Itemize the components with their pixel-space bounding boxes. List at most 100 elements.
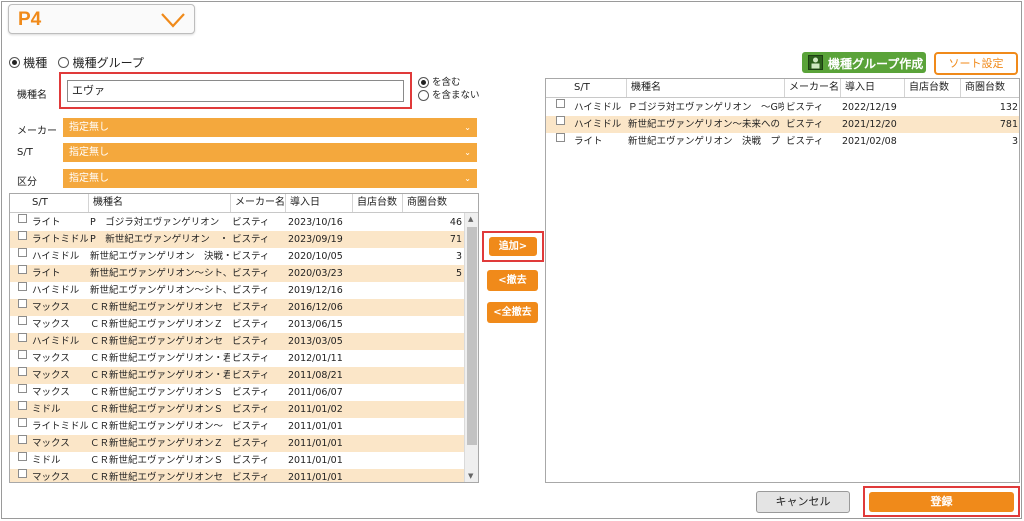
cell-date: 2013/06/15	[288, 319, 343, 330]
cell-date: 2011/01/01	[288, 438, 343, 449]
table-row[interactable]: マックス ＣＲ新世紀エヴァンゲリオン・君 ビスティ 2012/01/11	[10, 350, 465, 367]
filter-maker-label: メーカー	[17, 126, 57, 137]
row-checkbox[interactable]	[18, 350, 27, 359]
row-checkbox[interactable]	[18, 265, 27, 274]
table-row[interactable]: ハイミドル 新世紀エヴァンゲリオン～シト、 ビスティ 2019/12/16	[10, 282, 465, 299]
radio-mode-group[interactable]	[58, 57, 70, 68]
row-checkbox[interactable]	[18, 299, 27, 308]
table-row[interactable]: ライトミドル P 新世紀エヴァンゲリオン ・ビスティ 2023/09/19 71	[10, 231, 465, 248]
row-checkbox[interactable]	[18, 384, 27, 393]
col-header-area-count: 商圏台数	[402, 194, 464, 212]
table-row[interactable]: マックス ＣＲ新世紀エヴァンゲリオンセ ビスティ 2016/12/06	[10, 299, 465, 316]
cell-maker: ビスティ	[232, 421, 270, 432]
table-row[interactable]: ライト 新世紀エヴァンゲリオン～シト、 ビスティ 2020/03/23 5	[10, 265, 465, 282]
cell-name: ＣＲ新世紀エヴァンゲリオンＳ	[90, 455, 224, 466]
row-checkbox[interactable]	[18, 214, 27, 223]
row-checkbox[interactable]	[18, 367, 27, 376]
table-row[interactable]: マックス ＣＲ新世紀エヴァンゲリオンＺ ビスティ 2011/01/01	[10, 435, 465, 452]
name-field-label: 機種名	[17, 90, 47, 101]
register-button[interactable]: 登録	[869, 492, 1014, 512]
row-checkbox[interactable]	[18, 469, 27, 478]
cell-st: ミドル	[32, 455, 61, 466]
cell-name: 新世紀エヴァンゲリオン 決戦・	[90, 251, 230, 262]
table-row[interactable]: マックス ＣＲ新世紀エヴァンゲリオンＺ ビスティ 2013/06/15	[10, 316, 465, 333]
row-checkbox[interactable]	[18, 316, 27, 325]
group-create-button[interactable]: 機種グループ作成	[802, 52, 926, 73]
row-checkbox[interactable]	[18, 248, 27, 257]
cell-date: 2016/12/06	[288, 302, 343, 313]
scrollbar-thumb[interactable]	[467, 227, 477, 445]
table-row[interactable]: ライト P ゴジラ対エヴァンゲリオン ビスティ 2023/10/16 46	[10, 214, 465, 231]
remove-button[interactable]: <撤去	[487, 270, 538, 291]
model-selector-dropdown[interactable]: P4	[8, 4, 195, 34]
table-row[interactable]: ハイミドル ＣＲ新世紀エヴァンゲリオンセ ビスティ 2013/03/05	[10, 333, 465, 350]
add-button[interactable]: 追加>	[489, 237, 537, 256]
filter-maker-select[interactable]: 指定無し ⌄	[63, 118, 477, 137]
row-checkbox[interactable]	[556, 133, 565, 142]
scroll-down-icon[interactable]: ▼	[468, 472, 473, 480]
chevron-down-icon	[161, 13, 185, 28]
row-checkbox[interactable]	[18, 401, 27, 410]
row-checkbox[interactable]	[556, 116, 565, 125]
group-create-label: 機種グループ作成	[828, 57, 924, 71]
col-header-date: 導入日	[285, 194, 352, 212]
row-checkbox[interactable]	[18, 282, 27, 291]
filter-st-label: S/T	[17, 147, 33, 158]
cell-maker: ビスティ	[232, 353, 270, 364]
filter-maker-value: 指定無し	[69, 122, 109, 133]
table-row[interactable]: ハイミドル 新世紀エヴァンゲリオン～未来への ビスティ 2021/12/20 781	[546, 116, 1019, 133]
cell-date: 2011/01/01	[288, 472, 343, 483]
cell-area-count: 71	[449, 234, 462, 245]
sort-settings-button[interactable]: ソート設定	[934, 52, 1018, 75]
radio-include[interactable]	[418, 77, 429, 88]
row-checkbox[interactable]	[18, 231, 27, 240]
cell-date: 2011/01/01	[288, 421, 343, 432]
table-row[interactable]: ミドル ＣＲ新世紀エヴァンゲリオンＳ ビスティ 2011/01/02	[10, 401, 465, 418]
table-row[interactable]: ライトミドル ＣＲ新世紀エヴァンゲリオン～ ビスティ 2011/01/01	[10, 418, 465, 435]
cell-st: ハイミドル	[32, 285, 80, 296]
remove-all-button[interactable]: <全撤去	[487, 302, 538, 323]
cell-maker: ビスティ	[232, 370, 270, 381]
radio-mode-model[interactable]	[9, 57, 20, 68]
row-checkbox[interactable]	[556, 99, 565, 108]
row-checkbox[interactable]	[18, 452, 27, 461]
radio-exclude[interactable]	[418, 90, 429, 101]
cell-maker: ビスティ	[232, 387, 270, 398]
scroll-up-icon[interactable]: ▲	[468, 215, 473, 223]
table-row[interactable]: ハイミドル Ｐゴジラ対エヴァンゲリオン ～G咲 ビスティ 2022/12/19 132	[546, 99, 1019, 116]
filter-st-value: 指定無し	[69, 147, 109, 158]
row-checkbox[interactable]	[18, 333, 27, 342]
cell-st: ライト	[574, 136, 603, 147]
cell-name: ＣＲ新世紀エヴァンゲリオン・君	[90, 353, 230, 364]
row-checkbox[interactable]	[18, 418, 27, 427]
filter-category-select[interactable]: 指定無し ⌄	[63, 169, 477, 188]
radio-exclude-label: を含まない	[432, 90, 480, 101]
cell-st: マックス	[32, 438, 70, 449]
cell-st: マックス	[32, 302, 70, 313]
table-row[interactable]: ライト 新世紀エヴァンゲリオン 決戦 プビスティ 2021/02/08 3	[546, 133, 1019, 150]
selected-models-table: S/T 機種名 メーカー名 導入日 自店台数 商圏台数 ハイミドル Ｐゴジラ対エヴ…	[545, 78, 1020, 483]
col-header-maker: メーカー名	[230, 194, 285, 212]
table-row[interactable]: マックス ＣＲ新世紀エヴァンゲリオンＳ ビスティ 2011/06/07	[10, 384, 465, 401]
table-row[interactable]: ハイミドル 新世紀エヴァンゲリオン 決戦・ ビスティ 2020/10/05 3	[10, 248, 465, 265]
cell-maker: ビスティ	[786, 136, 824, 147]
filter-st-select[interactable]: 指定無し ⌄	[63, 143, 477, 162]
cancel-button[interactable]: キャンセル	[756, 491, 850, 513]
table-row[interactable]: マックス ＣＲ新世紀エヴァンゲリオン・君 ビスティ 2011/08/21	[10, 367, 465, 384]
vertical-scrollbar[interactable]: ▲ ▼	[464, 213, 478, 482]
cell-maker: ビスティ	[232, 472, 270, 483]
cell-name: ＣＲ新世紀エヴァンゲリオンＳ	[90, 404, 224, 415]
match-radio-group: を含む を含まない	[418, 76, 480, 102]
caret-down-icon: ⌄	[464, 123, 471, 132]
table-row[interactable]: ミドル ＣＲ新世紀エヴァンゲリオンＳ ビスティ 2011/01/01	[10, 452, 465, 469]
caret-down-icon: ⌄	[464, 174, 471, 183]
cell-name: ＣＲ新世紀エヴァンゲリオンＺ	[90, 438, 224, 449]
cell-date: 2021/02/08	[842, 136, 897, 147]
table-row[interactable]: マックス ＣＲ新世紀エヴァンゲリオンセ ビスティ 2011/01/01	[10, 469, 465, 483]
row-checkbox[interactable]	[18, 435, 27, 444]
name-input[interactable]: エヴァ	[67, 80, 404, 102]
cell-name: P 新世紀エヴァンゲリオン ・	[90, 234, 229, 245]
cell-name: 新世紀エヴァンゲリオン～シト、	[90, 268, 230, 279]
cell-area-count: 781	[999, 119, 1018, 130]
cell-st: マックス	[32, 370, 70, 381]
